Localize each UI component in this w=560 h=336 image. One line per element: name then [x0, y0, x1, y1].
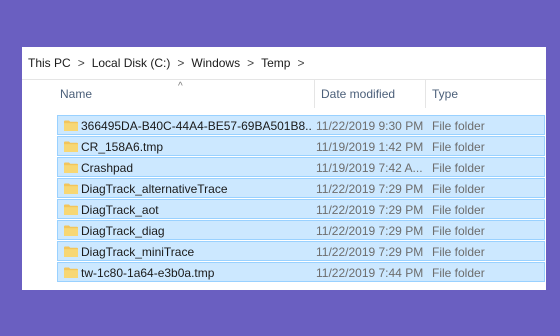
chevron-right-icon[interactable]: > — [247, 56, 254, 70]
file-type: File folder — [432, 203, 485, 217]
column-header-date-label: Date modified — [321, 87, 396, 101]
folder-icon — [64, 225, 78, 236]
breadcrumb: This PC > Local Disk (C:) > Windows > Te… — [28, 56, 311, 70]
folder-icon — [64, 267, 78, 278]
column-header-row: Name Date modified Type — [22, 80, 546, 108]
list-item[interactable]: DiagTrack_diag 11/22/2019 7:29 PM File fol… — [57, 220, 545, 240]
file-name: Crashpad — [81, 161, 134, 175]
column-header-type-label: Type — [432, 87, 459, 101]
breadcrumb-local-disk[interactable]: Local Disk (C:) — [92, 56, 171, 70]
breadcrumb-temp[interactable]: Temp — [261, 56, 290, 70]
file-type: File folder — [432, 140, 485, 154]
list-item[interactable]: Crashpad 11/19/2019 7:42 A... File folder — [57, 157, 545, 177]
column-header-name-label: Name — [60, 87, 93, 101]
file-name: DiagTrack_diag — [81, 224, 165, 238]
address-bar[interactable]: This PC > Local Disk (C:) > Windows > Te… — [22, 47, 546, 80]
file-name: DiagTrack_aot — [81, 203, 159, 217]
list-item[interactable]: DiagTrack_miniTrace 11/22/2019 7:29 PM Fil… — [57, 241, 545, 261]
file-type: File folder — [432, 224, 485, 238]
file-name: DiagTrack_alternativeTrace — [81, 182, 228, 196]
file-name: CR_158A6.tmp — [81, 140, 164, 154]
folder-icon — [64, 120, 78, 131]
column-header-name[interactable]: Name — [60, 80, 308, 108]
folder-icon — [64, 204, 78, 215]
chevron-right-icon[interactable]: > — [78, 56, 85, 70]
date-modified: 11/22/2019 9:30 PM — [316, 119, 424, 133]
list-item[interactable]: 366495DA-B40C-44A4-BE57-69BA501B8... 11/2… — [57, 115, 545, 135]
column-header-date-modified[interactable]: Date modified — [314, 80, 423, 108]
file-name: 366495DA-B40C-44A4-BE57-69BA501B8... — [81, 119, 313, 133]
file-type: File folder — [432, 182, 485, 196]
breadcrumb-windows[interactable]: Windows — [191, 56, 240, 70]
date-modified: 11/22/2019 7:29 PM — [316, 203, 424, 217]
date-modified: 11/22/2019 7:29 PM — [316, 245, 424, 259]
sort-ascending-icon: ^ — [178, 81, 183, 92]
date-modified: 11/22/2019 7:29 PM — [316, 182, 424, 196]
date-modified: 11/19/2019 7:42 A... — [316, 161, 423, 175]
list-item[interactable]: DiagTrack_alternativeTrace 11/22/2019 7:2… — [57, 178, 545, 198]
chevron-right-icon[interactable]: > — [177, 56, 184, 70]
file-name: tw-1c80-1a64-e3b0a.tmp — [81, 266, 215, 280]
date-modified: 11/22/2019 7:29 PM — [316, 224, 424, 238]
list-item[interactable]: DiagTrack_aot 11/22/2019 7:29 PM File fold… — [57, 199, 545, 219]
file-type: File folder — [432, 266, 485, 280]
folder-icon — [64, 162, 78, 173]
file-type: File folder — [432, 119, 485, 133]
list-item[interactable]: tw-1c80-1a64-e3b0a.tmp 11/22/2019 7:44 PM… — [57, 262, 545, 282]
file-type: File folder — [432, 161, 485, 175]
folder-icon — [64, 183, 78, 194]
file-type: File folder — [432, 245, 485, 259]
folder-icon — [64, 246, 78, 257]
chevron-right-icon[interactable]: > — [297, 56, 304, 70]
date-modified: 11/22/2019 7:44 PM — [316, 266, 424, 280]
breadcrumb-this-pc[interactable]: This PC — [28, 56, 71, 70]
column-header-type[interactable]: Type — [425, 80, 546, 108]
list-item[interactable]: CR_158A6.tmp 11/19/2019 1:42 PM File folde… — [57, 136, 545, 156]
file-name: DiagTrack_miniTrace — [81, 245, 195, 259]
date-modified: 11/19/2019 1:42 PM — [316, 140, 424, 154]
file-explorer-window: This PC > Local Disk (C:) > Windows > Te… — [22, 47, 546, 290]
folder-icon — [64, 141, 78, 152]
